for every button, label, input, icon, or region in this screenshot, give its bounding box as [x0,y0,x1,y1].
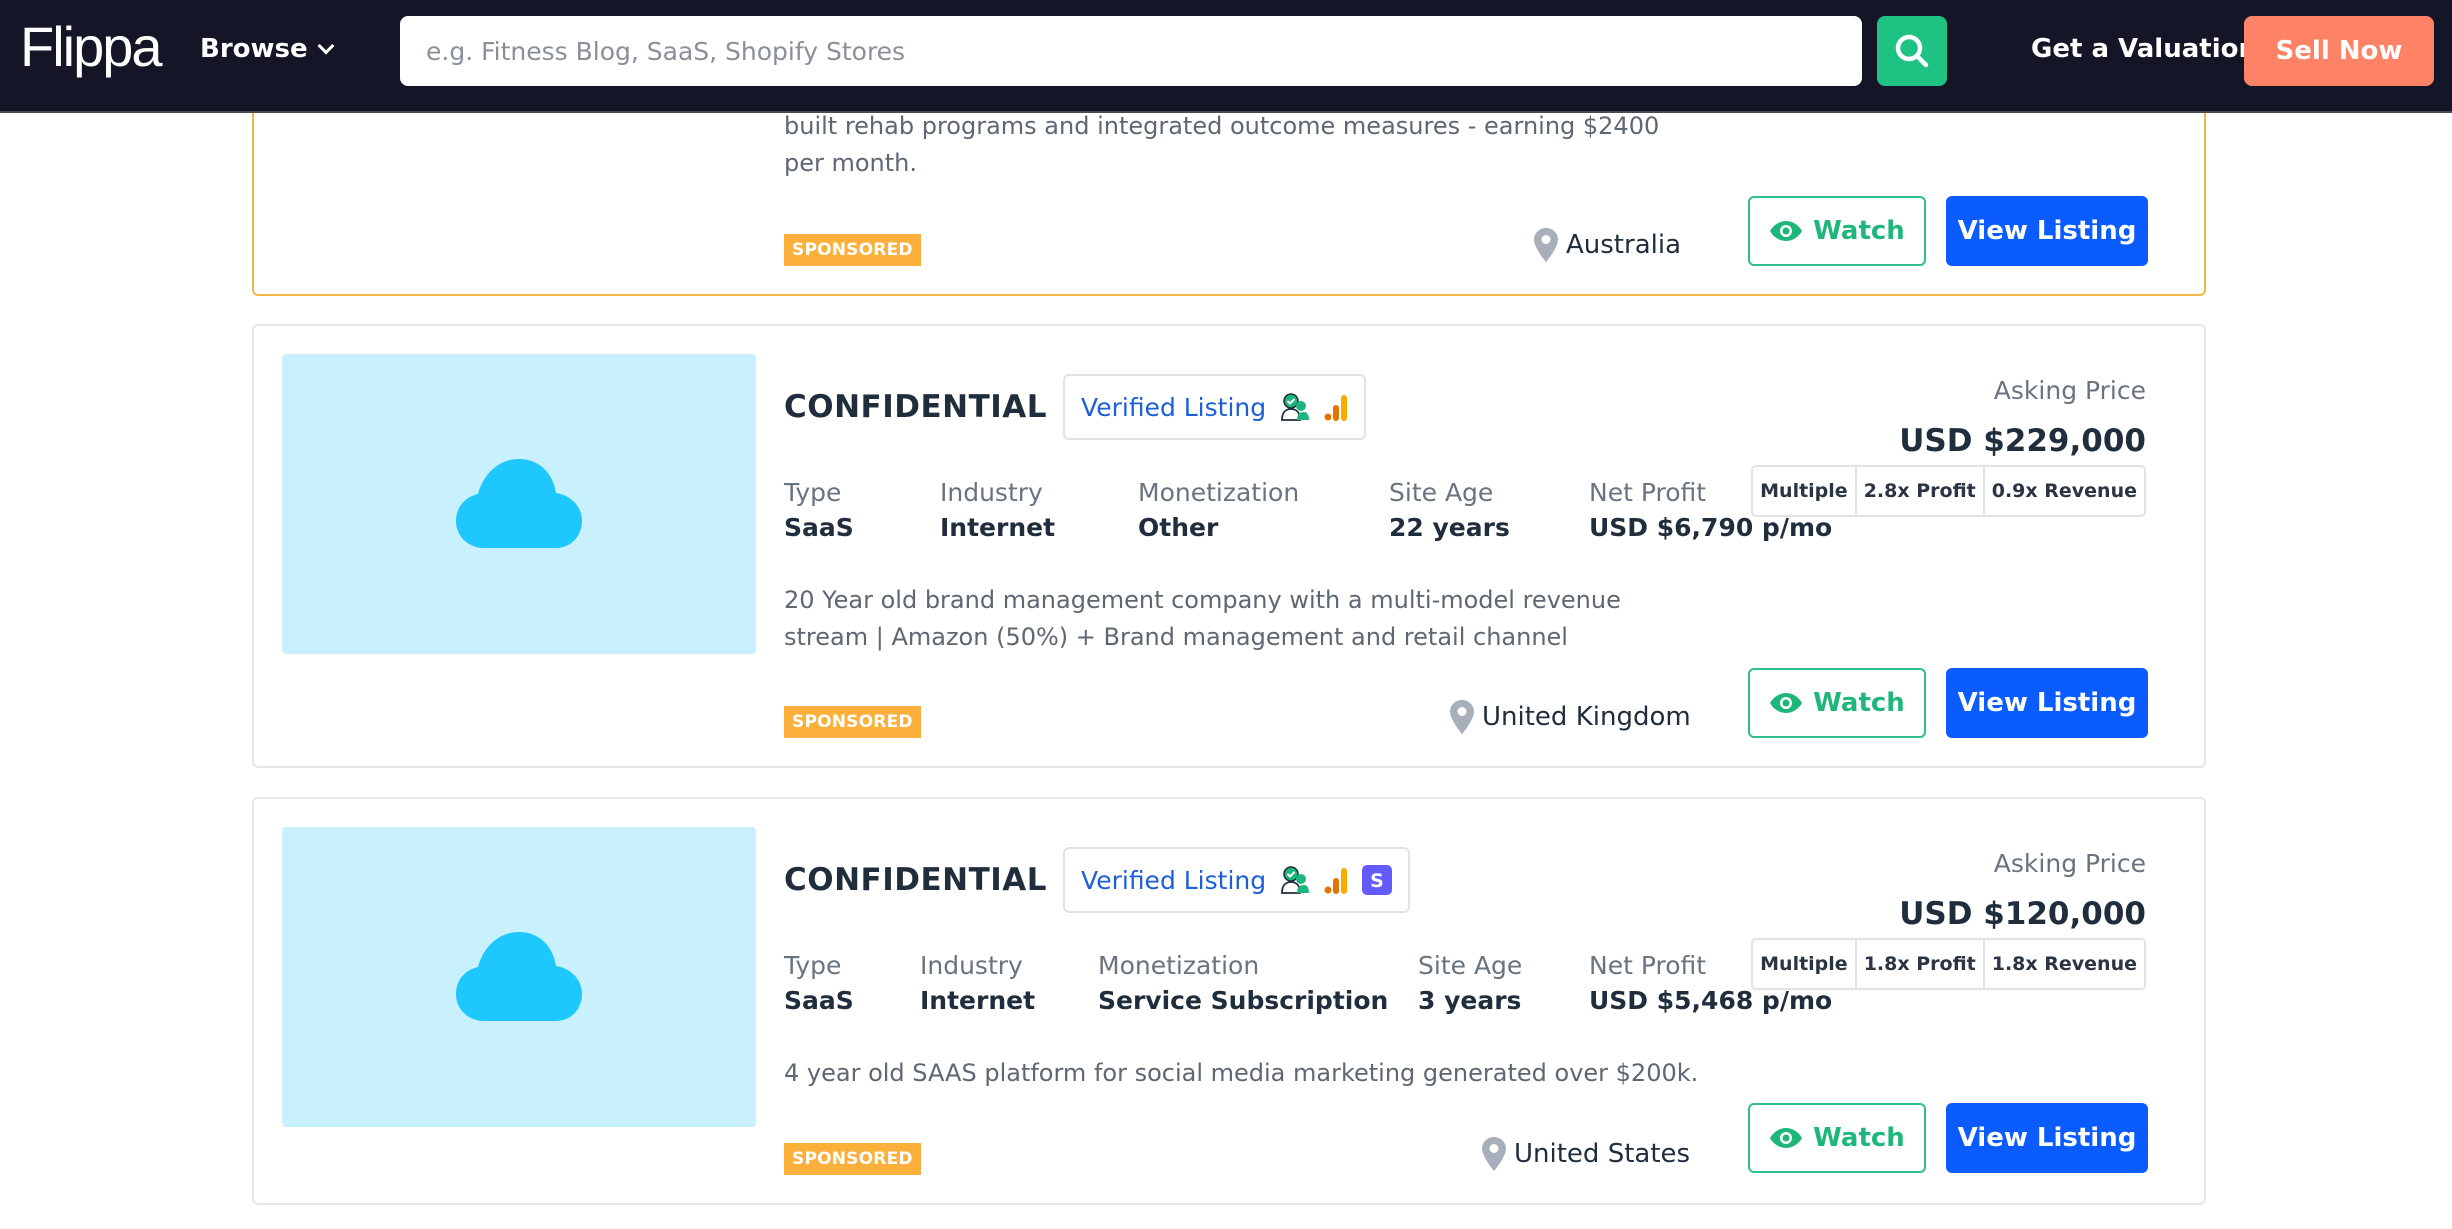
multiple-label: Multiple [1760,480,1848,502]
stat-label: Type [784,478,842,507]
stat-label: Industry [940,478,1043,507]
watch-button[interactable]: Watch [1748,196,1926,266]
stat-value: SaaS [784,986,854,1015]
search-icon [1895,34,1929,68]
eye-icon [1770,1128,1803,1148]
watch-label: Watch [1813,1123,1905,1153]
view-listing-button[interactable]: View Listing [1946,1103,2148,1173]
cloud-icon [456,459,582,548]
sponsored-badge: SPONSORED [784,234,921,266]
stat-value: USD $5,468 p/mo [1589,986,1833,1015]
profit-multiple: 1.8x Profit [1854,940,1983,988]
watch-button[interactable]: Watch [1748,1103,1926,1173]
eye-icon [1770,693,1803,713]
stat-site-age: Site Age 3 years [1418,951,1589,1015]
listing-card: CONFIDENTIAL Verified Listing S Type Saa… [252,797,2206,1205]
sell-now-button[interactable]: Sell Now [2244,16,2434,86]
svg-text:S: S [1370,870,1384,892]
watch-button[interactable]: Watch [1748,668,1926,738]
stat-label: Site Age [1418,951,1523,980]
stat-type: Type SaaS [784,478,940,542]
stat-value: Internet [940,513,1056,542]
browse-label: Browse [200,34,308,64]
stat-label: Monetization [1098,951,1260,980]
asking-price-label: Asking Price [1993,849,2146,878]
listing-thumbnail[interactable] [282,827,756,1127]
verified-label: Verified Listing [1081,865,1267,895]
multiples-table: Multiple 1.8x Profit 1.8x Revenue [1751,938,2146,990]
location-pin-icon [1534,228,1558,262]
watch-label: Watch [1813,216,1905,246]
watch-label: Watch [1813,688,1905,718]
listing-thumbnail[interactable] [282,354,756,654]
multiples-table: Multiple 2.8x Profit 0.9x Revenue [1751,465,2146,517]
google-analytics-icon [1324,395,1348,421]
asking-price-value: USD $229,000 [1899,423,2146,459]
stat-industry: Industry Internet [940,478,1138,542]
stat-value: 3 years [1418,986,1522,1015]
top-navbar: Flippa Browse Get a Valuation Sell Now [0,0,2452,113]
search-button[interactable] [1877,16,1947,86]
stat-label: Monetization [1138,478,1300,507]
stat-label: Type [784,951,842,980]
asking-price-block: Asking Price USD $229,000 Multiple 2.8x … [1751,376,2146,517]
stat-value: USD $6,790 p/mo [1589,513,1833,542]
cloud-icon [456,932,582,1021]
listing-description: 20 Year old brand management company wit… [784,586,1621,651]
search-input[interactable] [400,16,1862,86]
stat-value: SaaS [784,513,854,542]
location-text: United Kingdom [1482,702,1691,732]
location-text: United States [1514,1139,1691,1169]
asking-price-label: Asking Price [1993,376,2146,405]
listing-location: Australia [1534,228,1681,262]
listing-card: CONFIDENTIAL Verified Listing Type SaaS … [252,324,2206,768]
listing-title[interactable]: CONFIDENTIAL [784,389,1047,425]
multiple-label: Multiple [1760,953,1848,975]
verified-user-icon [1281,866,1310,894]
sponsored-badge: SPONSORED [784,1143,921,1175]
google-analytics-icon [1324,868,1348,894]
listing-description: 4 year old SAAS platform for social medi… [784,1059,1699,1087]
listing-title[interactable]: CONFIDENTIAL [784,862,1047,898]
eye-icon [1770,221,1803,241]
stat-monetization: Monetization Service Subscription [1098,951,1418,1015]
stat-type: Type SaaS [784,951,920,1015]
sponsored-badge: SPONSORED [784,706,921,738]
browse-menu-button[interactable]: Browse [200,34,335,64]
stat-value: Internet [920,986,1036,1015]
location-pin-icon [1482,1137,1506,1171]
revenue-multiple: 1.8x Revenue [1982,940,2144,988]
asking-price-block: Asking Price USD $120,000 Multiple 1.8x … [1751,849,2146,990]
verified-user-icon [1281,393,1310,421]
stat-label: Site Age [1389,478,1494,507]
get-valuation-link[interactable]: Get a Valuation [2031,34,2257,64]
asking-price-value: USD $120,000 [1899,896,2146,932]
listing-location: United States [1482,1137,1690,1171]
flippa-logo[interactable]: Flippa [20,14,163,79]
verified-listing-badge[interactable]: Verified Listing [1063,374,1367,440]
location-text: Australia [1566,230,1682,260]
revenue-multiple: 0.9x Revenue [1982,467,2144,515]
listing-description: built rehab programs and integrated outc… [784,112,1660,177]
verified-label: Verified Listing [1081,392,1267,422]
view-listing-button[interactable]: View Listing [1946,196,2148,266]
profit-multiple: 2.8x Profit [1854,467,1983,515]
stat-value: 22 years [1389,513,1510,542]
stat-value: Service Subscription [1098,986,1389,1015]
stripe-icon: S [1362,865,1393,895]
location-pin-icon [1450,700,1474,734]
stat-site-age: Site Age 22 years [1389,478,1589,542]
stat-label: Industry [920,951,1023,980]
stat-monetization: Monetization Other [1138,478,1389,542]
view-listing-button[interactable]: View Listing [1946,668,2148,738]
stat-industry: Industry Internet [920,951,1098,1015]
verified-listing-badge[interactable]: Verified Listing S [1063,847,1411,913]
chevron-down-icon [317,37,335,55]
stat-value: Other [1138,513,1219,542]
listing-location: United Kingdom [1450,700,1691,734]
